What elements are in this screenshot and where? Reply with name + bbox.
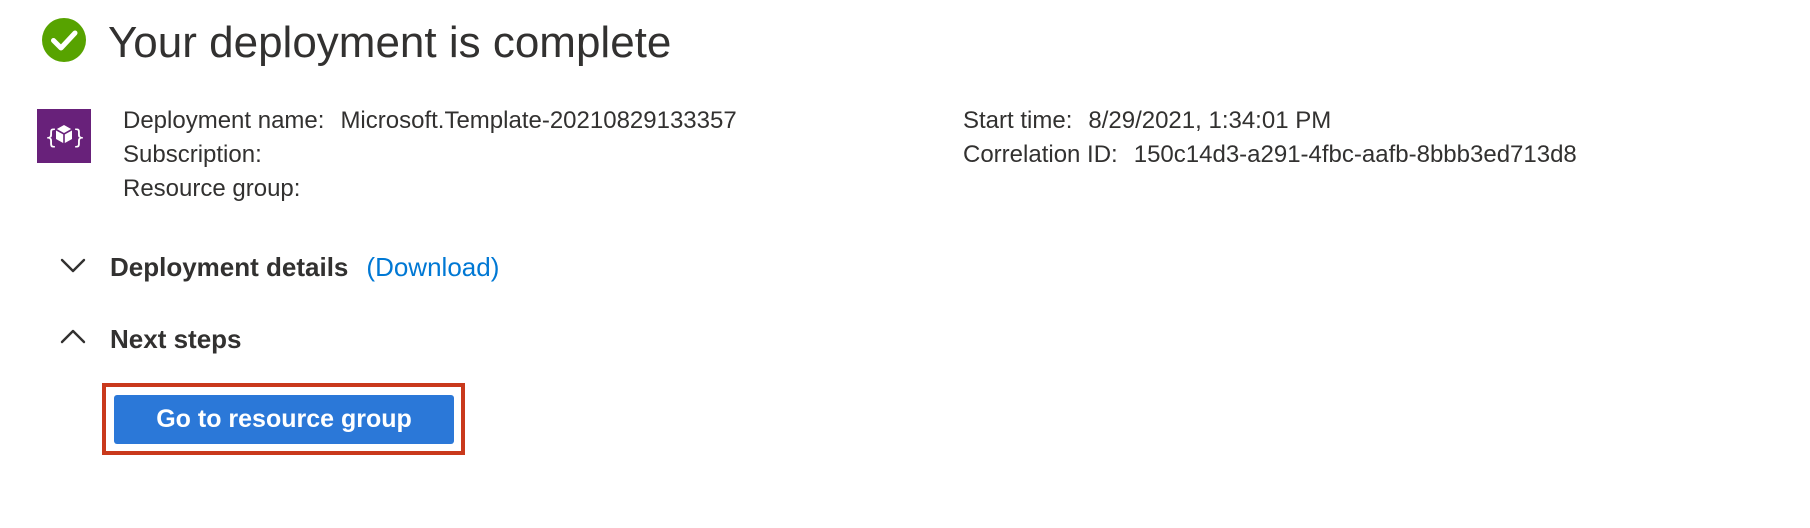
check-circle-icon — [42, 18, 86, 67]
resource-group-row: Resource group: — [123, 172, 737, 206]
subscription-label: Subscription: — [123, 141, 262, 168]
correlation-id-row: Correlation ID: 150c14d3-a291-4fbc-aafb-… — [963, 138, 1577, 172]
start-time-value: 8/29/2021, 1:34:01 PM — [1088, 107, 1332, 134]
deployment-name-row: Deployment name: Microsoft.Template-2021… — [123, 104, 737, 138]
next-steps-title[interactable]: Next steps — [110, 324, 242, 355]
start-time-label: Start time: — [963, 107, 1073, 134]
correlation-id-label: Correlation ID: — [963, 141, 1118, 168]
svg-text:{: { — [45, 125, 57, 149]
subscription-row: Subscription: — [123, 138, 737, 172]
resource-group-label: Resource group: — [123, 175, 301, 202]
deployment-info-left: Deployment name: Microsoft.Template-2021… — [123, 104, 737, 206]
go-to-resource-group-button[interactable]: Go to resource group — [114, 395, 454, 444]
next-steps-section: Next steps — [58, 322, 242, 357]
chevron-up-icon[interactable] — [58, 322, 110, 357]
deployment-details-section: Deployment details (Download) — [58, 250, 499, 285]
chevron-down-icon[interactable] — [58, 250, 110, 285]
deployment-details-title[interactable]: Deployment details — [110, 252, 348, 283]
deployment-name-value: Microsoft.Template-20210829133357 — [340, 107, 737, 134]
deployment-info-right: Start time: 8/29/2021, 1:34:01 PM Correl… — [963, 104, 1577, 172]
page-title: Your deployment is complete — [108, 17, 672, 67]
deployment-overview-page: Your deployment is complete { } Deployme… — [0, 0, 1810, 528]
deployment-name-label: Deployment name: — [123, 107, 325, 134]
correlation-id-value: 150c14d3-a291-4fbc-aafb-8bbb3ed713d8 — [1133, 141, 1577, 168]
deployment-header: Your deployment is complete — [42, 18, 671, 67]
svg-text:}: } — [73, 125, 85, 149]
download-link[interactable]: (Download) — [366, 252, 499, 283]
start-time-row: Start time: 8/29/2021, 1:34:01 PM — [963, 104, 1577, 138]
